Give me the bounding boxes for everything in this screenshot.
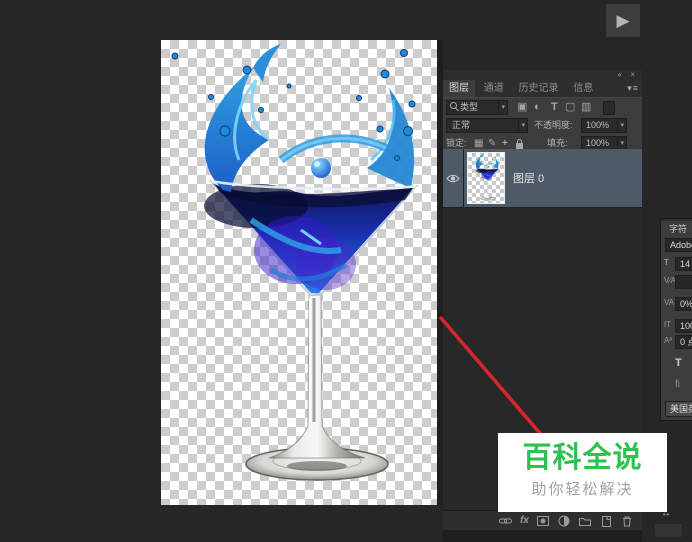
layer-filter-row: ▾ 类型 ▣ ◐ T ▢ ▥ xyxy=(443,97,642,117)
video-play-button[interactable]: ▶ xyxy=(606,4,640,37)
language-dropdown[interactable]: 美国英语 xyxy=(665,401,692,417)
blend-mode-row: ▾ 正常 不透明度: ▾ 100% xyxy=(443,116,642,135)
delete-layer-icon[interactable] xyxy=(620,514,634,528)
filter-shape-icon[interactable]: ▢ xyxy=(565,100,575,115)
promo-watermark-box: 百科全说 助你轻松解决 xyxy=(498,433,667,512)
tab-layers[interactable]: 图层 xyxy=(443,80,475,97)
filter-kind-label: 类型 xyxy=(460,102,479,112)
layers-bottom-toolbar: fx xyxy=(443,510,642,530)
dropdown-arrow-icon: ▾ xyxy=(518,119,527,132)
tab-character[interactable]: 字符 xyxy=(661,221,692,237)
vertical-scale-icon: IT xyxy=(664,320,672,329)
promo-title: 百科全说 xyxy=(522,442,643,474)
search-icon xyxy=(450,102,457,109)
corner-widget xyxy=(654,523,683,538)
filter-type-icon[interactable]: T xyxy=(551,100,558,115)
layer-visibility-toggle[interactable] xyxy=(443,149,464,207)
eye-icon xyxy=(446,174,460,182)
panel-footer-strip xyxy=(443,530,642,542)
document-canvas[interactable] xyxy=(161,40,437,505)
font-size-icon: T xyxy=(664,258,669,267)
opacity-label: 不透明度: xyxy=(534,120,573,130)
filter-smart-object-icon[interactable]: ▥ xyxy=(581,100,591,115)
font-family-field[interactable]: Adobe xyxy=(665,238,692,252)
panel-tab-bar: 图层 通道 历史记录 信息 ▾≡ xyxy=(443,80,642,97)
panel-menu-icon[interactable]: ▾≡ xyxy=(627,83,639,94)
font-size-field[interactable]: 14 点 xyxy=(675,257,692,271)
opacity-value: 100% xyxy=(586,120,610,130)
close-panel-icon[interactable]: × xyxy=(630,70,638,79)
new-layer-icon[interactable] xyxy=(599,514,613,528)
filter-kind-dropdown[interactable]: ▾ 类型 xyxy=(446,100,508,115)
baseline-field[interactable]: 0 点 xyxy=(675,335,692,349)
tab-channels[interactable]: 通道 xyxy=(478,80,510,97)
add-mask-icon[interactable] xyxy=(536,514,550,528)
filter-adjustment-icon[interactable]: ◐ xyxy=(534,100,541,115)
ligatures-icon[interactable]: fi xyxy=(661,379,692,390)
dropdown-arrow-icon: ▾ xyxy=(498,101,507,114)
photoshop-window: ▶ « × 图层 通道 历史记录 信息 ▾≡ ▾ 类型 ▣ ◐ T ▢ ▥ ▾ … xyxy=(0,0,692,542)
faux-bold-icon[interactable]: T xyxy=(661,357,692,369)
collapse-panels-icon[interactable]: « xyxy=(618,70,625,79)
filter-toggle-icon[interactable] xyxy=(603,101,615,115)
play-icon: ▶ xyxy=(616,10,630,30)
link-layers-icon[interactable] xyxy=(498,514,513,528)
fill-value: 100% xyxy=(586,138,610,148)
kerning-field[interactable] xyxy=(675,275,692,289)
tracking-icon: VA xyxy=(664,298,675,307)
tab-history[interactable]: 历史记录 xyxy=(513,80,565,97)
promo-subtitle: 助你轻松解决 xyxy=(531,481,634,498)
vertical-scale-field[interactable]: 100% xyxy=(675,319,692,333)
panel-header: « × xyxy=(443,70,642,80)
dropdown-arrow-icon: ▾ xyxy=(617,119,626,132)
character-tab-bar: 字符 xyxy=(661,219,692,237)
blend-mode-value: 正常 xyxy=(452,120,471,130)
adjustment-layer-icon[interactable] xyxy=(557,514,571,528)
tracking-field[interactable]: 0% xyxy=(675,297,692,311)
layer-name[interactable]: 图层 0 xyxy=(513,149,544,207)
character-panel: 字符 Adobe T 14 点 V∕A VA 0% IT 100% Aª 0 点… xyxy=(660,218,692,421)
blend-mode-dropdown[interactable]: ▾ 正常 xyxy=(446,118,528,133)
opacity-dropdown[interactable]: ▾ 100% xyxy=(581,118,627,133)
new-group-icon[interactable] xyxy=(578,514,592,528)
layer-row-selected[interactable]: 图层 0 xyxy=(443,149,642,208)
layer-style-icon[interactable]: fx xyxy=(520,514,529,528)
layer-thumbnail[interactable] xyxy=(467,152,505,204)
cocktail-image xyxy=(161,40,437,505)
baseline-icon: Aª xyxy=(664,336,673,345)
tab-info[interactable]: 信息 xyxy=(567,80,599,97)
filter-pixel-icon[interactable]: ▣ xyxy=(517,100,527,115)
